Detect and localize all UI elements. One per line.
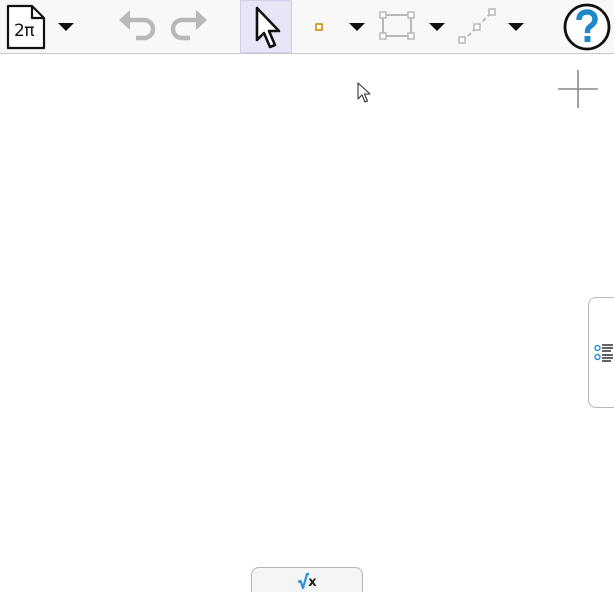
segment-tool-button[interactable] xyxy=(456,6,498,48)
redo-icon xyxy=(170,10,207,41)
caret-down-icon xyxy=(508,23,524,31)
point-menu-button[interactable] xyxy=(345,17,369,37)
move-tool-button[interactable] xyxy=(240,0,292,53)
file-menu-button[interactable] xyxy=(54,17,78,37)
undo-icon xyxy=(119,10,156,41)
file-label: 2π xyxy=(13,21,35,41)
rectangle-icon xyxy=(379,11,415,40)
plus-icon[interactable] xyxy=(556,68,600,110)
mouse-cursor-icon xyxy=(356,82,372,104)
point-icon xyxy=(315,23,323,31)
caret-down-icon xyxy=(429,23,445,31)
help-button[interactable] xyxy=(562,2,612,52)
rectangle-tool-button[interactable] xyxy=(376,6,418,46)
rectangle-menu-button[interactable] xyxy=(425,17,449,37)
segment-menu-button[interactable] xyxy=(504,17,528,37)
keyboard-tab-glyph: x xyxy=(297,572,317,590)
arrow-pointer-icon xyxy=(255,6,281,48)
toolbar: 2π xyxy=(0,0,614,54)
virtual-keyboard-toggle[interactable]: x xyxy=(251,567,363,592)
algebra-panel-toggle[interactable] xyxy=(588,297,614,408)
file-button[interactable]: 2π xyxy=(4,4,48,50)
point-tool-button[interactable] xyxy=(306,14,332,40)
keyboard-tab-symbol: x xyxy=(308,575,317,590)
graphics-canvas[interactable] xyxy=(0,55,614,592)
caret-down-icon xyxy=(349,23,365,31)
help-icon xyxy=(563,3,611,51)
caret-down-icon xyxy=(58,23,74,31)
file-icon: 2π xyxy=(5,4,47,50)
redo-button[interactable] xyxy=(166,4,210,48)
segment-icon xyxy=(458,8,496,44)
undo-button[interactable] xyxy=(116,4,160,48)
algebra-list-icon xyxy=(593,343,613,362)
